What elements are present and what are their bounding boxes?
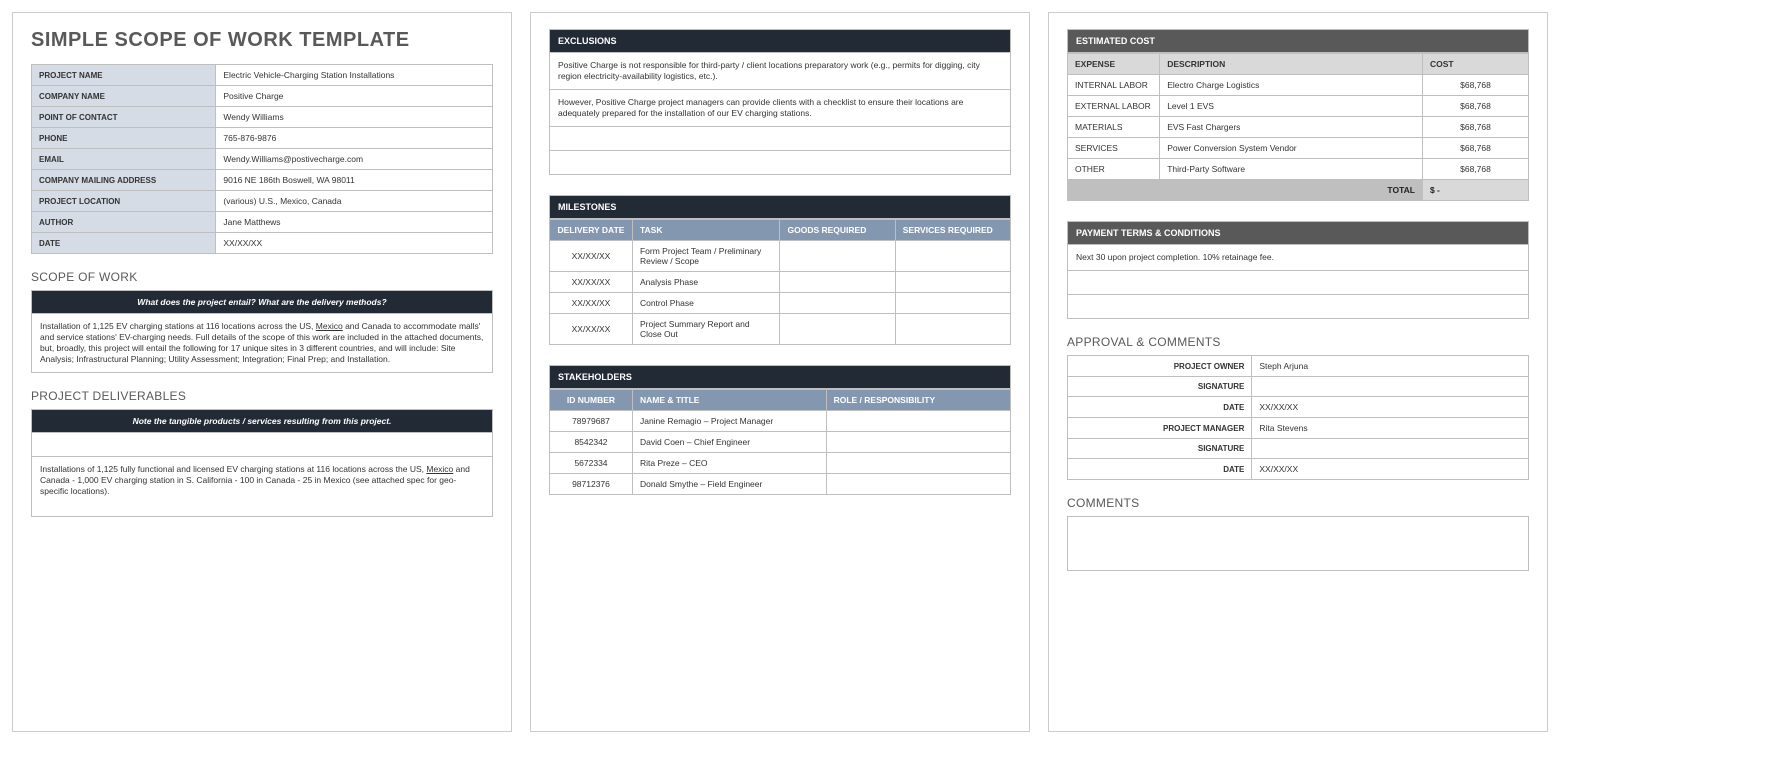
deliverables-prompt: Note the tangible products / services re…: [31, 409, 493, 433]
stakeholders-table: ID NUMBER NAME & TITLE ROLE / RESPONSIBI…: [549, 389, 1011, 495]
payment-heading: PAYMENT TERMS & CONDITIONS: [1067, 221, 1529, 245]
table-row: XX/XX/XXForm Project Team / Preliminary …: [550, 241, 1011, 272]
table-row: 5672334Rita Preze – CEO: [550, 453, 1011, 474]
exclusions-line1: Positive Charge is not responsible for t…: [549, 53, 1011, 90]
exclusions-blank2: [549, 151, 1011, 175]
page-1: SIMPLE SCOPE OF WORK TEMPLATE PROJECT NA…: [12, 12, 512, 732]
milestones-table: DELIVERY DATE TASK GOODS REQUIRED SERVIC…: [549, 219, 1011, 345]
label-company: COMPANY NAME: [32, 86, 216, 107]
label-date: DATE: [32, 233, 216, 254]
val-owner: Steph Arjuna: [1252, 356, 1529, 377]
col-task: TASK: [632, 220, 780, 241]
col-expense: EXPENSE: [1068, 54, 1160, 75]
payment-blank2: [1067, 295, 1529, 319]
page-2: EXCLUSIONS Positive Charge is not respon…: [530, 12, 1030, 732]
val-pm: Rita Stevens: [1252, 418, 1529, 439]
col-delivery-date: DELIVERY DATE: [550, 220, 633, 241]
table-row: 78979687Janine Remagio – Project Manager: [550, 411, 1011, 432]
project-info-table: PROJECT NAMEElectric Vehicle-Charging St…: [31, 64, 493, 254]
val-date1: XX/XX/XX: [1252, 397, 1529, 418]
stakeholders-heading: STAKEHOLDERS: [549, 365, 1011, 389]
col-desc: DESCRIPTION: [1160, 54, 1423, 75]
approval-heading: APPROVAL & COMMENTS: [1067, 335, 1529, 349]
col-cost: COST: [1422, 54, 1528, 75]
col-goods: GOODS REQUIRED: [780, 220, 895, 241]
val-loc: (various) U.S., Mexico, Canada: [216, 191, 493, 212]
milestones-heading: MILESTONES: [549, 195, 1011, 219]
label-phone: PHONE: [32, 128, 216, 149]
label-sig2: SIGNATURE: [1068, 439, 1252, 459]
page-3: ESTIMATED COST EXPENSE DESCRIPTION COST …: [1048, 12, 1548, 732]
scope-heading: SCOPE OF WORK: [31, 270, 493, 284]
exclusions-line2: However, Positive Charge project manager…: [549, 90, 1011, 127]
approval-table: PROJECT OWNERSteph Arjuna SIGNATURE DATE…: [1067, 355, 1529, 480]
exclusions-blank1: [549, 127, 1011, 151]
scope-body: Installation of 1,125 EV charging statio…: [31, 314, 493, 373]
table-row: SERVICESPower Conversion System Vendor$6…: [1068, 138, 1529, 159]
comments-heading: COMMENTS: [1067, 496, 1529, 510]
label-owner: PROJECT OWNER: [1068, 356, 1252, 377]
cost-heading: ESTIMATED COST: [1067, 29, 1529, 53]
val-company: Positive Charge: [216, 86, 493, 107]
payment-blank1: [1067, 271, 1529, 295]
table-row: INTERNAL LABORElectro Charge Logistics$6…: [1068, 75, 1529, 96]
table-row: EXTERNAL LABORLevel 1 EVS$68,768: [1068, 96, 1529, 117]
label-author: AUTHOR: [32, 212, 216, 233]
label-addr: COMPANY MAILING ADDRESS: [32, 170, 216, 191]
cost-table: EXPENSE DESCRIPTION COST INTERNAL LABORE…: [1067, 53, 1529, 201]
table-row: 8542342David Coen – Chief Engineer: [550, 432, 1011, 453]
val-project-name: Electric Vehicle-Charging Station Instal…: [216, 65, 493, 86]
table-row: OTHERThird-Party Software$68,768: [1068, 159, 1529, 180]
val-poc: Wendy Williams: [216, 107, 493, 128]
label-poc: POINT OF CONTACT: [32, 107, 216, 128]
col-name: NAME & TITLE: [632, 390, 826, 411]
val-author: Jane Matthews: [216, 212, 493, 233]
col-services: SERVICES REQUIRED: [895, 220, 1010, 241]
label-email: EMAIL: [32, 149, 216, 170]
doc-title: SIMPLE SCOPE OF WORK TEMPLATE: [31, 29, 493, 52]
table-row: 98712376Donald Smythe – Field Engineer: [550, 474, 1011, 495]
scope-prompt: What does the project entail? What are t…: [31, 290, 493, 314]
col-id: ID NUMBER: [550, 390, 633, 411]
label-sig1: SIGNATURE: [1068, 377, 1252, 397]
deliverables-heading: PROJECT DELIVERABLES: [31, 389, 493, 403]
col-role: ROLE / RESPONSIBILITY: [826, 390, 1010, 411]
table-row: XX/XX/XXAnalysis Phase: [550, 272, 1011, 293]
table-row: MATERIALSEVS Fast Chargers$68,768: [1068, 117, 1529, 138]
val-addr: 9016 NE 186th Boswell, WA 98011: [216, 170, 493, 191]
val-email: Wendy.Williams@postivecharge.com: [216, 149, 493, 170]
val-date: XX/XX/XX: [216, 233, 493, 254]
val-date2: XX/XX/XX: [1252, 459, 1529, 480]
val-phone: 765-876-9876: [216, 128, 493, 149]
table-row: XX/XX/XXProject Summary Report and Close…: [550, 314, 1011, 345]
deliverables-body: Installations of 1,125 fully functional …: [31, 457, 493, 517]
table-row: XX/XX/XXControl Phase: [550, 293, 1011, 314]
exclusions-heading: EXCLUSIONS: [549, 29, 1011, 53]
label-loc: PROJECT LOCATION: [32, 191, 216, 212]
label-date1: DATE: [1068, 397, 1252, 418]
label-date2: DATE: [1068, 459, 1252, 480]
deliverables-blank: [31, 433, 493, 457]
total-row: TOTAL $ -: [1068, 180, 1529, 201]
comments-box: [1067, 516, 1529, 571]
payment-line1: Next 30 upon project completion. 10% ret…: [1067, 245, 1529, 271]
label-project-name: PROJECT NAME: [32, 65, 216, 86]
label-pm: PROJECT MANAGER: [1068, 418, 1252, 439]
